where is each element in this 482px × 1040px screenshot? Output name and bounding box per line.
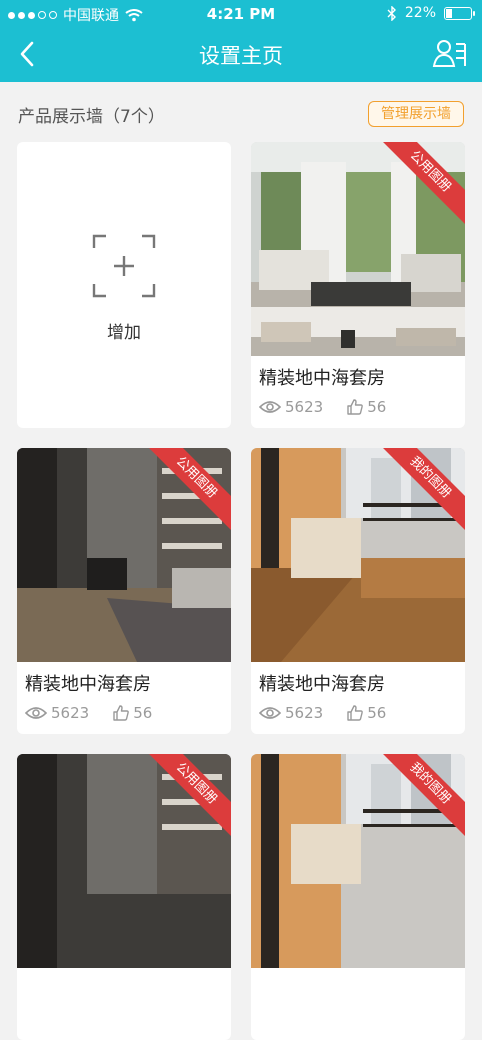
thumbs-up-icon — [113, 705, 130, 721]
album-card[interactable]: 公用图册 — [17, 754, 231, 1040]
like-count: 56 — [367, 704, 387, 722]
album-photo: 我的图册 — [251, 448, 465, 662]
album-stats: 5623 56 — [259, 398, 386, 416]
album-name: 精装地中海套房 — [25, 674, 151, 695]
view-count: 5623 — [51, 704, 90, 722]
album-photo: 我的图册 — [251, 754, 465, 968]
bluetooth-icon — [387, 5, 396, 21]
user-list-icon[interactable] — [432, 38, 468, 70]
add-card[interactable]: 增加 — [17, 142, 231, 428]
album-photo: 公用图册 — [17, 754, 231, 968]
page-title: 设置主页 — [199, 44, 283, 68]
section-title: 产品展示墙（7个） — [18, 107, 165, 127]
album-tag: 公用图册 — [375, 142, 465, 232]
album-card[interactable]: 公用图册 精装地中海套房 5623 56 — [17, 448, 231, 734]
album-card[interactable]: 公用图册 精装地中海套房 5623 56 — [251, 142, 465, 428]
eye-icon — [25, 707, 47, 719]
album-stats: 5623 56 — [259, 704, 386, 722]
view-count: 5623 — [285, 704, 324, 722]
album-card[interactable]: 我的图册 — [251, 754, 465, 1040]
album-tag: 公用图册 — [141, 754, 231, 844]
status-right: 22% — [387, 5, 475, 21]
status-bar: 中国联通 4:21 PM 22% — [0, 0, 482, 28]
add-icon — [92, 234, 156, 298]
album-photo: 公用图册 — [17, 448, 231, 662]
like-count: 56 — [367, 398, 387, 416]
album-card[interactable]: 我的图册 精装地中海套房 5623 56 — [251, 448, 465, 734]
battery-percent: 22% — [404, 5, 436, 21]
album-photo: 公用图册 — [251, 142, 465, 356]
album-tag: 我的图册 — [375, 754, 465, 844]
album-stats: 5623 56 — [25, 704, 152, 722]
eye-icon — [259, 401, 281, 413]
battery-icon — [444, 6, 475, 20]
like-count: 56 — [133, 704, 153, 722]
album-tag: 公用图册 — [141, 448, 231, 538]
top-bar: 中国联通 4:21 PM 22% 设置主页 — [0, 0, 482, 82]
album-name: 精装地中海套房 — [259, 368, 385, 389]
section-header: 产品展示墙（7个） 管理展示墙 — [0, 82, 482, 142]
nav-bar: 设置主页 — [0, 28, 482, 82]
manage-showcase-button[interactable]: 管理展示墙 — [368, 101, 464, 127]
album-tag: 我的图册 — [375, 448, 465, 538]
eye-icon — [259, 707, 281, 719]
add-label: 增加 — [107, 323, 141, 343]
album-name: 精装地中海套房 — [259, 674, 385, 695]
view-count: 5623 — [285, 398, 324, 416]
thumbs-up-icon — [347, 705, 364, 721]
thumbs-up-icon — [347, 399, 364, 415]
